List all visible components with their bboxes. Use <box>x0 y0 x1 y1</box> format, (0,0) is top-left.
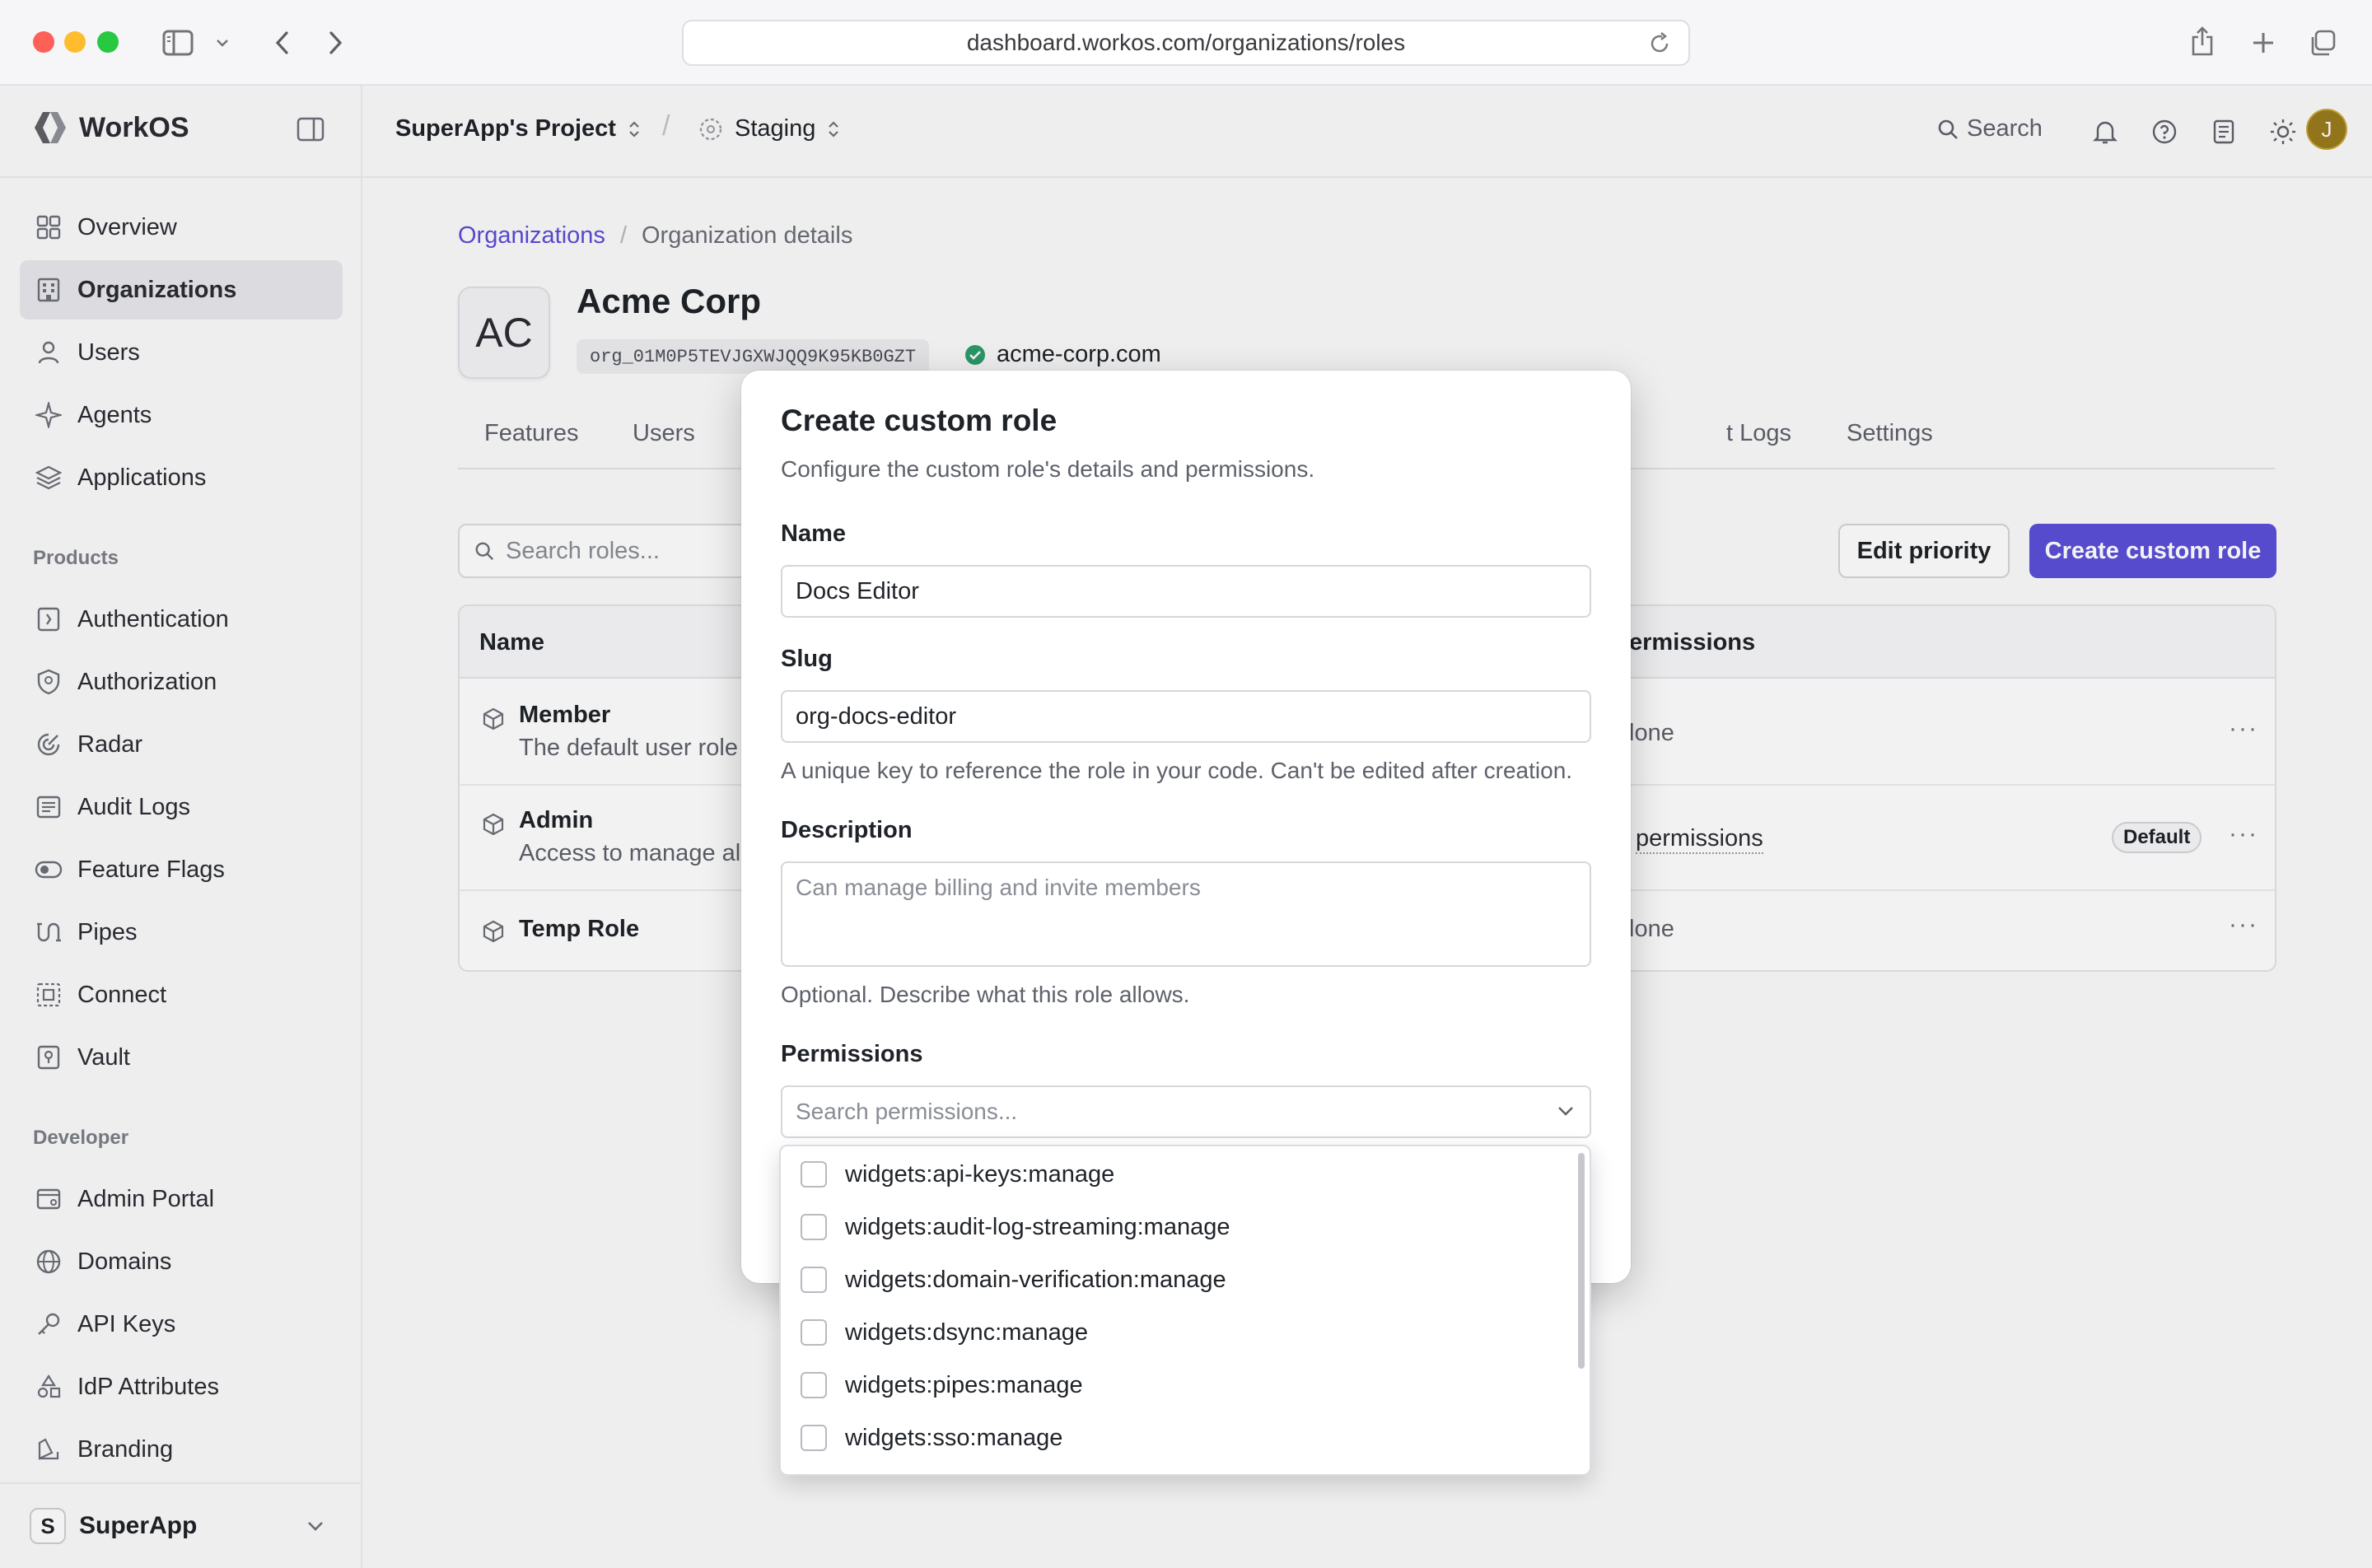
close-window-button[interactable] <box>33 31 54 53</box>
dropdown-scrollbar[interactable] <box>1578 1153 1585 1369</box>
address-bar[interactable]: dashboard.workos.com/organizations/roles <box>682 20 1690 66</box>
chevron-down-icon[interactable] <box>212 33 232 53</box>
permission-label: widgets:domain-verification:manage <box>845 1266 1226 1293</box>
permission-checkbox[interactable] <box>801 1161 827 1188</box>
permission-label: widgets:dsync:manage <box>845 1318 1088 1346</box>
dialog-title: Create custom role <box>781 404 1058 437</box>
permission-label: widgets:sso:manage <box>845 1424 1063 1451</box>
permission-checkbox[interactable] <box>801 1425 827 1451</box>
back-icon[interactable] <box>265 26 298 59</box>
maximize-window-button[interactable] <box>97 31 119 53</box>
permission-checkbox[interactable] <box>801 1267 827 1293</box>
new-tab-icon[interactable] <box>2247 26 2280 59</box>
reload-icon[interactable] <box>1647 31 1672 56</box>
name-label: Name <box>781 520 846 547</box>
minimize-window-button[interactable] <box>64 31 86 53</box>
share-icon[interactable] <box>2186 23 2219 59</box>
permissions-search-select[interactable]: Search permissions... <box>781 1085 1591 1138</box>
permission-option[interactable]: widgets:audit-log-streaming:manage <box>781 1201 1571 1253</box>
permission-option[interactable]: widgets:dsync:manage <box>781 1306 1571 1359</box>
slug-input[interactable] <box>781 690 1591 743</box>
permission-option[interactable]: widgets:sso:manage <box>781 1412 1571 1464</box>
forward-icon[interactable] <box>320 26 353 59</box>
tab-overview-icon[interactable] <box>2306 26 2339 59</box>
sidebar-toggle-icon[interactable] <box>160 26 196 59</box>
permission-label: widgets:api-keys:manage <box>845 1160 1115 1188</box>
permission-checkbox[interactable] <box>801 1372 827 1398</box>
chevron-down-icon <box>1557 1105 1575 1117</box>
description-help-text: Optional. Describe what this role allows… <box>781 982 1190 1007</box>
slug-label: Slug <box>781 646 833 672</box>
dialog-subtitle: Configure the custom role's details and … <box>781 456 1315 482</box>
permissions-label: Permissions <box>781 1041 923 1067</box>
description-textarea[interactable] <box>781 861 1591 967</box>
permission-checkbox[interactable] <box>801 1319 827 1346</box>
permission-checkbox[interactable] <box>801 1214 827 1240</box>
permissions-placeholder: Search permissions... <box>796 1099 1018 1124</box>
slug-help-text: A unique key to reference the role in yo… <box>781 758 1573 783</box>
url-text: dashboard.workos.com/organizations/roles <box>966 30 1406 55</box>
description-label: Description <box>781 817 913 843</box>
permission-option[interactable]: widgets:pipes:manage <box>781 1359 1571 1412</box>
permission-option[interactable]: widgets:api-keys:manage <box>781 1148 1571 1201</box>
permission-label: widgets:audit-log-streaming:manage <box>845 1213 1230 1240</box>
permissions-dropdown: widgets:api-keys:manage widgets:audit-lo… <box>779 1145 1591 1476</box>
permission-option[interactable]: widgets:domain-verification:manage <box>781 1253 1571 1306</box>
name-input[interactable] <box>781 565 1591 618</box>
permission-label: widgets:pipes:manage <box>845 1371 1083 1398</box>
browser-chrome: dashboard.workos.com/organizations/roles <box>0 0 2372 86</box>
